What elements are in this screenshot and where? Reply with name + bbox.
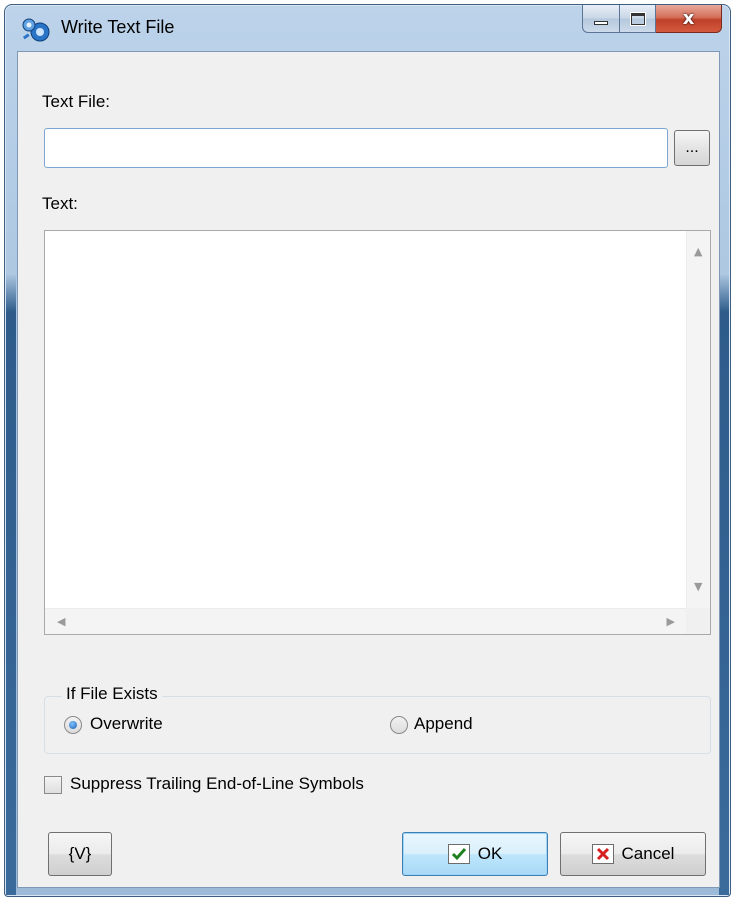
caption-buttons: x	[582, 5, 722, 33]
close-button[interactable]: x	[656, 5, 722, 33]
text-file-input[interactable]	[44, 128, 668, 168]
minimize-icon	[594, 20, 608, 25]
minimize-button[interactable]	[582, 5, 620, 33]
horizontal-scrollbar[interactable]: ◀ ▶	[45, 608, 687, 634]
cancel-button[interactable]: Cancel	[560, 832, 706, 876]
scroll-left-icon[interactable]: ◀	[57, 615, 65, 628]
overwrite-radio[interactable]	[64, 716, 82, 734]
scroll-down-icon[interactable]: ▼	[694, 580, 702, 593]
scroll-up-icon[interactable]: ▲	[694, 245, 702, 258]
window-title: Write Text File	[61, 17, 175, 37]
vertical-scrollbar[interactable]: ▲ ▼	[686, 231, 710, 609]
browse-button-label: ...	[685, 139, 699, 156]
ok-button-label: OK	[477, 844, 503, 863]
maximize-icon	[630, 12, 645, 25]
browse-button[interactable]: ...	[674, 130, 710, 166]
title-bar[interactable]: Write Text File x	[5, 5, 730, 51]
text-file-label: Text File:	[42, 92, 111, 111]
if-file-exists-caption: If File Exists	[62, 684, 162, 704]
ok-button[interactable]: OK	[402, 832, 548, 876]
maximize-button[interactable]	[620, 5, 656, 33]
append-radio[interactable]	[390, 716, 408, 734]
text-area[interactable]: ▲ ▼ ◀ ▶	[44, 230, 711, 635]
overwrite-label[interactable]: Overwrite	[90, 714, 163, 734]
window-right-edge	[719, 275, 729, 895]
gears-icon	[22, 18, 50, 42]
scroll-right-icon[interactable]: ▶	[667, 615, 675, 628]
suppress-eol-label[interactable]: Suppress Trailing End-of-Line Symbols	[70, 774, 364, 794]
window-frame: Write Text File x Text File: ... Text: ▲…	[4, 4, 731, 897]
text-label: Text:	[42, 194, 78, 213]
dialog-body: Text File: ... Text: ▲ ▼ ◀ ▶ If File Exi…	[17, 51, 720, 888]
variables-button-label: {V}	[68, 844, 92, 863]
window-left-edge	[6, 275, 16, 895]
append-label[interactable]: Append	[414, 714, 473, 734]
variables-button[interactable]: {V}	[48, 832, 112, 876]
x-icon	[591, 844, 614, 864]
scrollbar-corner	[686, 608, 710, 634]
check-icon	[447, 844, 470, 864]
close-icon: x	[682, 8, 695, 29]
suppress-eol-checkbox[interactable]	[44, 776, 62, 794]
cancel-button-label: Cancel	[621, 844, 675, 863]
